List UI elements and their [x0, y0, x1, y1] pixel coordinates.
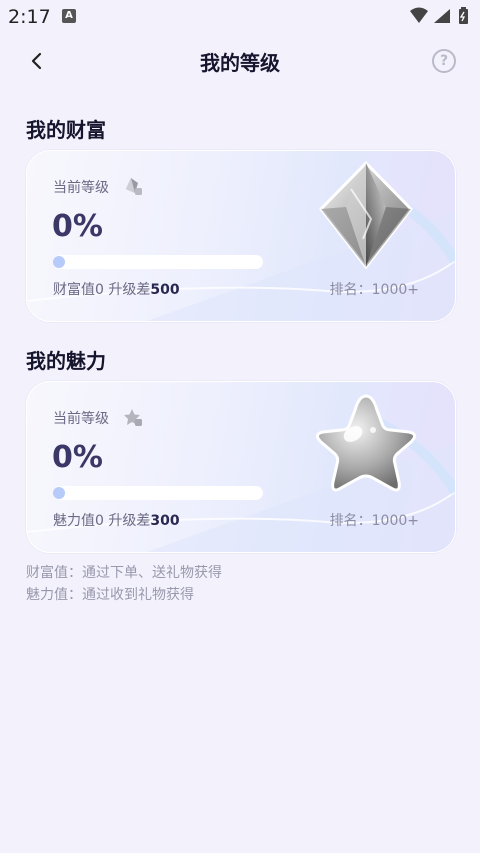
- level-progress-percent: 0%: [52, 440, 103, 475]
- wifi-signal-battery-icon: [410, 7, 468, 24]
- note-wealth: 财富值：通过下单、送礼物获得: [26, 565, 222, 581]
- status-icons: [408, 6, 474, 30]
- wealth-level-card[interactable]: 当前等级 0% 财富值0 升级差500 排名：1000+: [26, 150, 456, 322]
- charm-upgrade-gap: 300: [150, 513, 180, 529]
- charm-level-card[interactable]: 当前等级 0% 魅力值0 升级差300 排名：1000+: [26, 381, 456, 553]
- current-level-label: 当前等级: [53, 411, 109, 427]
- progress-knob: [53, 487, 65, 499]
- level-progress-bar: [53, 255, 263, 269]
- charm-rank: 排名：1000+: [329, 513, 419, 529]
- current-level-label: 当前等级: [53, 180, 109, 196]
- help-icon[interactable]: ?: [432, 49, 456, 73]
- charm-value-prefix: 魅力值0 升级差: [53, 513, 151, 529]
- status-time: 2:17: [8, 6, 51, 28]
- status-bar: 2:17 A: [0, 0, 480, 34]
- charm-section-title: 我的魅力: [26, 349, 106, 373]
- notification-icon: A: [62, 9, 76, 23]
- page-title: 我的等级: [200, 51, 280, 75]
- wealth-value-prefix: 财富值0 升级差: [53, 282, 151, 298]
- star-badge-icon: [316, 394, 416, 492]
- level-progress-percent: 0%: [52, 209, 103, 244]
- diamond-badge-icon: [319, 160, 413, 269]
- progress-knob: [53, 256, 65, 268]
- note-charm: 魅力值：通过收到礼物获得: [26, 587, 194, 603]
- level-notes: 财富值：通过下单、送礼物获得 魅力值：通过收到礼物获得: [26, 562, 222, 606]
- charm-value-text: 魅力值0 升级差300: [53, 510, 180, 530]
- wealth-rank: 排名：1000+: [329, 282, 419, 298]
- wealth-section-title: 我的财富: [26, 118, 106, 142]
- level-badge-icon: [123, 408, 143, 428]
- wealth-upgrade-gap: 500: [150, 282, 180, 298]
- level-progress-bar: [53, 486, 263, 500]
- level-badge-icon: [123, 177, 143, 197]
- top-app-bar: 我的等级 ?: [0, 34, 480, 88]
- wealth-value-text: 财富值0 升级差500: [53, 279, 180, 299]
